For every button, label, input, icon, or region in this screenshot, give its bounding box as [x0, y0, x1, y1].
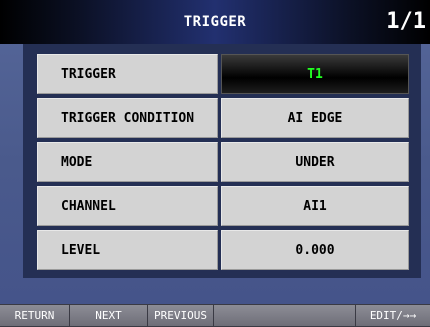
setting-value[interactable]: UNDER — [221, 142, 409, 182]
screen: TRIGGER 1/1 TRIGGER T1 TRIGGER CONDITION… — [0, 0, 430, 327]
setting-label: MODE — [37, 142, 218, 182]
setting-label: TRIGGER — [37, 54, 218, 94]
setting-label: LEVEL — [37, 230, 218, 270]
setting-value[interactable]: AI EDGE — [221, 98, 409, 138]
setting-value[interactable]: AI1 — [221, 186, 409, 226]
setting-row-mode[interactable]: MODE UNDER — [37, 142, 409, 182]
setting-row-trigger-condition[interactable]: TRIGGER CONDITION AI EDGE — [37, 98, 409, 138]
previous-button[interactable]: PREVIOUS — [148, 305, 214, 326]
page-indicator: 1/1 — [386, 9, 426, 34]
return-button[interactable]: RETURN — [0, 305, 70, 326]
softkey-bar: RETURN NEXT PREVIOUS EDIT/→→ — [0, 304, 430, 327]
settings-panel: TRIGGER T1 TRIGGER CONDITION AI EDGE MOD… — [23, 44, 421, 278]
page-title: TRIGGER — [183, 14, 247, 30]
title-bar: TRIGGER 1/1 — [0, 0, 430, 44]
setting-row-channel[interactable]: CHANNEL AI1 — [37, 186, 409, 226]
setting-label: CHANNEL — [37, 186, 218, 226]
blank-softkey[interactable] — [214, 305, 356, 326]
setting-label: TRIGGER CONDITION — [37, 98, 218, 138]
edit-button[interactable]: EDIT/→→ — [356, 305, 430, 326]
setting-row-level[interactable]: LEVEL 0.000 — [37, 230, 409, 270]
setting-value[interactable]: 0.000 — [221, 230, 409, 270]
next-button[interactable]: NEXT — [70, 305, 148, 326]
setting-row-trigger[interactable]: TRIGGER T1 — [37, 54, 409, 94]
setting-value-selected[interactable]: T1 — [221, 54, 409, 94]
